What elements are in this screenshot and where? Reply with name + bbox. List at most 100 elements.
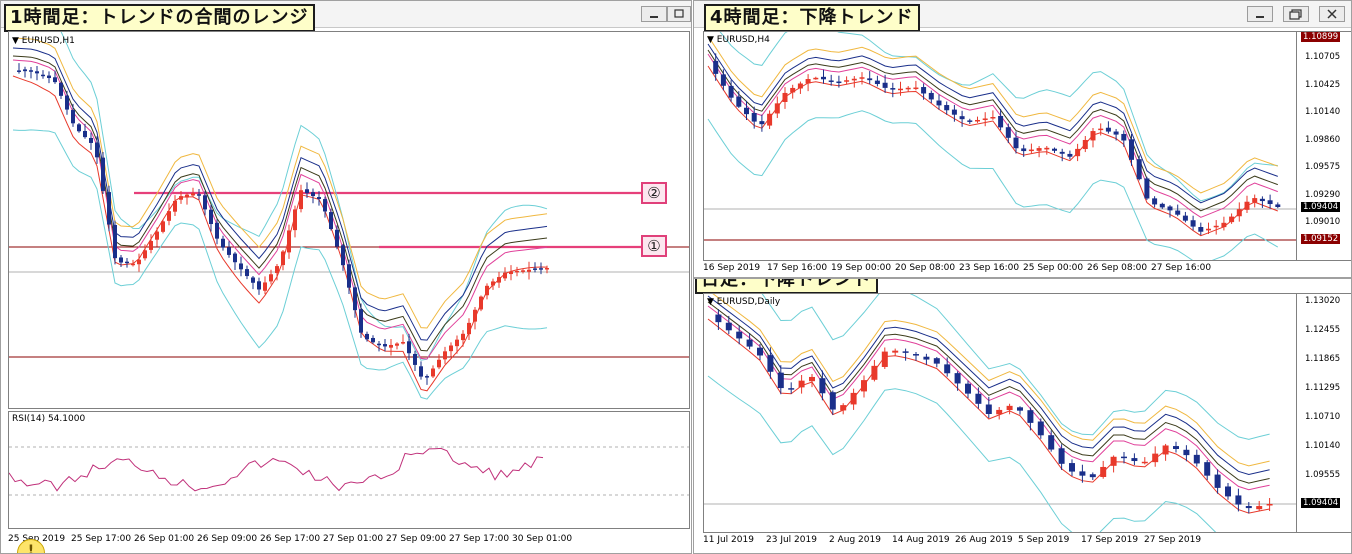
maximize-button[interactable]: [1283, 6, 1309, 22]
d1-candle: [1193, 454, 1200, 464]
h1-candle: [455, 339, 459, 347]
d1-candle: [975, 393, 982, 404]
h4-candle: [813, 77, 819, 80]
h4-time-label: 23 Sep 16:00: [959, 263, 1020, 273]
rsi-svg: [9, 446, 689, 496]
close-button[interactable]: [1319, 6, 1345, 22]
d1-candle: [996, 409, 1003, 415]
h1-candle: [281, 251, 285, 266]
h1-candle: [215, 222, 219, 239]
h1-candle: [413, 353, 417, 365]
h1-candle: [35, 71, 39, 74]
h4-candle: [713, 60, 719, 74]
h1-candle: [41, 74, 45, 77]
h1-candle: [221, 238, 225, 248]
d1-candle: [985, 404, 992, 414]
minimize-button[interactable]: [1247, 6, 1273, 22]
chart-menu-icon[interactable]: ▼: [707, 35, 714, 45]
h1-candle: [533, 268, 537, 270]
h4-candle: [1275, 204, 1281, 207]
h4-price-badge: 1.10899: [1301, 32, 1341, 42]
d1-window[interactable]: 日足：下降トレンド ▼ EURUSD,Daily 1.13020 1.12455 1…: [693, 278, 1352, 554]
h1-candle: [149, 240, 153, 250]
h1-candle: [431, 368, 435, 377]
d1-candle: [1131, 458, 1138, 462]
h4-candle: [1082, 139, 1088, 150]
h4-price-chart[interactable]: ▼ EURUSD,H4 1.10705 1.10425 1.10140 1.09860…: [703, 31, 1351, 261]
h4-price-tick: 1.09010: [1305, 217, 1341, 227]
d1-candle: [1048, 435, 1055, 450]
d1-candle: [1183, 449, 1190, 456]
h4-candle: [1098, 128, 1104, 131]
h4-window[interactable]: 4時間足：下降トレンド ▼ EURUSD,H4 1.10705 1.10425 1.…: [693, 0, 1352, 278]
h1-window[interactable]: 1時間足：トレンドの合間のレンジ ▼ EURUSD,H1 ② ① RSI(14)…: [0, 0, 692, 554]
h1-rsi-panel[interactable]: RSI(14) 54.1000: [8, 411, 690, 529]
h1-candles-svg: [9, 32, 689, 400]
chart-menu-icon[interactable]: ▼: [12, 36, 19, 46]
h1-candle: [197, 194, 201, 196]
h4-candle: [874, 80, 880, 85]
h1-time-label: 30 Sep 01:00: [512, 534, 573, 544]
h4-time-label: 19 Sep 00:00: [831, 263, 892, 273]
h4-price-tick: 1.10705: [1305, 52, 1341, 62]
h4-candle: [736, 96, 742, 107]
h1-candle: [347, 264, 351, 288]
h4-candle: [1028, 149, 1034, 152]
h1-candle: [341, 245, 345, 266]
h1-candle: [257, 281, 261, 290]
chart-menu-icon[interactable]: ▼: [707, 297, 714, 307]
d1-price-tick: 1.12455: [1305, 325, 1341, 335]
h4-candle: [867, 78, 873, 81]
h1-ma2: [12, 59, 548, 360]
h1-candle: [467, 322, 471, 335]
h1-candle: [131, 263, 135, 266]
h4-candle: [1052, 148, 1057, 151]
d1-candle: [788, 388, 795, 390]
d1-candle: [1204, 462, 1211, 476]
h4-candle: [859, 77, 865, 79]
d1-candle: [1027, 410, 1034, 423]
h1-time-label: 27 Sep 09:00: [386, 534, 447, 544]
h4-candle: [1129, 139, 1134, 160]
h1-price-chart[interactable]: ▼ EURUSD,H1 ② ①: [8, 31, 690, 409]
d1-time-label: 23 Jul 2019: [766, 535, 817, 545]
d1-candle: [1141, 461, 1148, 464]
h1-candle: [209, 209, 213, 225]
h4-price-axis: 1.10705 1.10425 1.10140 1.09860 1.09575 1.092…: [1296, 32, 1351, 260]
d1-candle: [1173, 446, 1179, 449]
d1-candle: [777, 372, 784, 389]
h1-time-label: 26 Sep 17:00: [260, 534, 321, 544]
h4-candle: [720, 74, 726, 86]
h1-candle: [311, 192, 315, 197]
h4-candle: [1013, 137, 1019, 149]
maximize-button[interactable]: [667, 6, 691, 22]
h1-candle: [17, 70, 21, 72]
minimize-button[interactable]: [641, 6, 667, 22]
d1-candle: [1100, 466, 1107, 477]
h4-candle: [1144, 178, 1150, 199]
h1-candle: [545, 268, 549, 270]
h4-candle: [1267, 200, 1273, 205]
h4-candle: [1075, 148, 1081, 157]
h4-candle: [836, 81, 842, 84]
h4-candle: [951, 109, 957, 115]
h4-candle: [998, 115, 1004, 128]
h1-candle: [515, 270, 519, 273]
h1-candle: [143, 250, 147, 259]
d1-price-chart[interactable]: ▼ EURUSD,Daily 1.13020 1.12455 1.11865 1.11…: [703, 293, 1351, 533]
h1-candle: [137, 259, 141, 265]
h4-candle: [751, 112, 757, 122]
h1-candle: [473, 309, 477, 322]
h1-candle: [155, 231, 159, 240]
d1-ma4: [707, 295, 1270, 476]
h4-symbol-label: ▼ EURUSD,H4: [707, 35, 770, 45]
h4-price-tick: 1.10425: [1305, 79, 1341, 90]
h4-candle: [1136, 159, 1142, 180]
h1-candle: [191, 193, 195, 196]
h1-candle: [485, 285, 489, 296]
h1-candle: [125, 261, 129, 264]
h4-candle: [1059, 151, 1065, 154]
h4-candle: [982, 118, 988, 120]
d1-candle: [1006, 405, 1013, 411]
h4-title-label: 4時間足：下降トレンド: [704, 4, 920, 32]
